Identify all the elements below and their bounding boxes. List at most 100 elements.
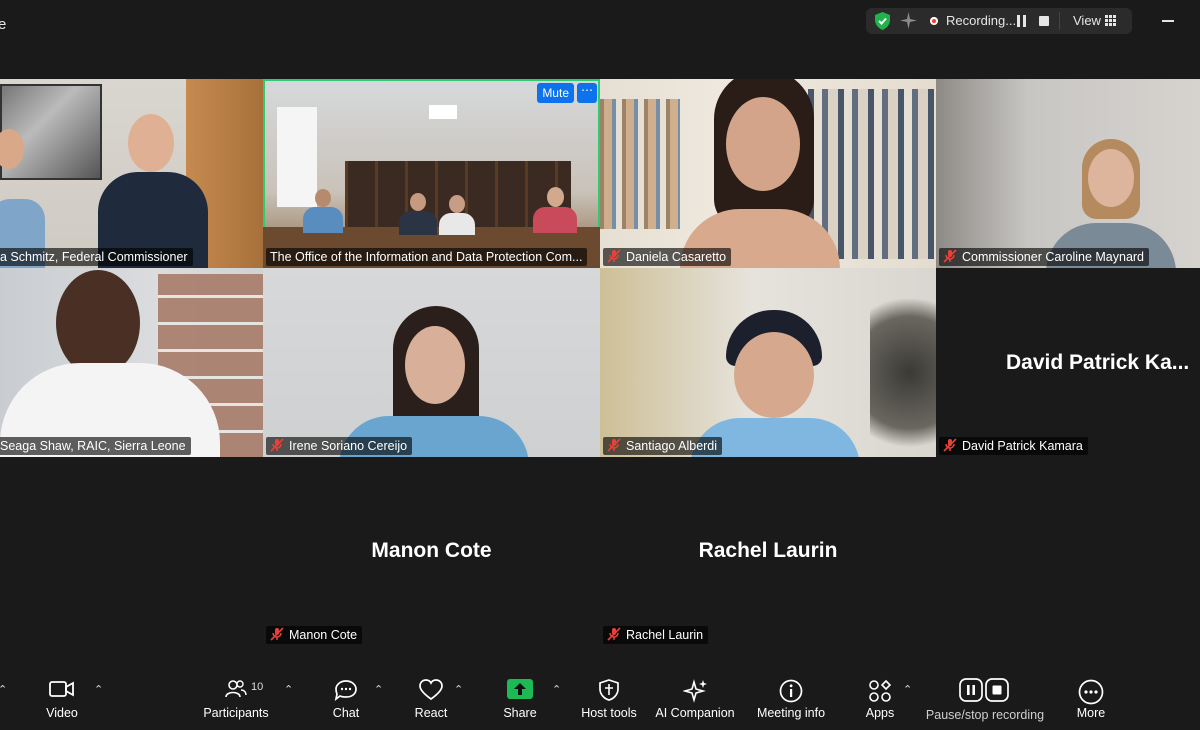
host-tools-label: Host tools [581, 706, 637, 720]
participant-display-name: David Patrick Ka... [1006, 351, 1190, 374]
muted-mic-icon [943, 249, 957, 263]
heart-icon [419, 679, 443, 701]
video-options-caret-icon[interactable]: ⌃ [94, 683, 103, 696]
bookshelf [600, 99, 680, 229]
status-divider [1059, 12, 1060, 30]
participants-count: 10 [251, 681, 264, 693]
participant-name-tag: Manon Cote [266, 626, 363, 644]
ai-companion-label: AI Companion [655, 706, 735, 720]
info-icon [779, 679, 803, 703]
participant-name-tag: The Office of the Information and Data P… [266, 248, 588, 266]
video-tile-no-video[interactable]: David Patrick Ka... David Patrick Kamara [936, 268, 1200, 457]
participants-button[interactable]: 10 Participants [200, 669, 272, 730]
participant-name-tag: Daniela Casaretto [603, 248, 732, 266]
participant-display-name: Rachel Laurin [698, 539, 838, 562]
chat-options-caret-icon[interactable]: ⌃ [374, 683, 383, 696]
pause-stop-recording-button[interactable]: Pause/stop recording [924, 669, 1046, 730]
chat-bubble-icon [334, 680, 357, 701]
share-label: Share [503, 706, 537, 720]
participant-display-name: Manon Cote [371, 539, 492, 562]
participant-name-tag: Rachel Laurin [603, 626, 709, 644]
participant-name-tag: a Schmitz, Federal Commissioner [0, 248, 193, 266]
top-bar: e Recording... View [0, 0, 1200, 44]
more-button[interactable]: More [1070, 669, 1112, 730]
participant-figure [303, 189, 343, 233]
react-button[interactable]: React [410, 669, 452, 730]
tile-more-options-button[interactable]: ⋯ [577, 83, 597, 103]
participant-figure [98, 114, 208, 268]
react-options-caret-icon[interactable]: ⌃ [454, 683, 463, 696]
participant-name-tag: Santiago Alberdi [603, 437, 723, 455]
participants-label: Participants [203, 706, 269, 720]
video-tile[interactable]: Commissioner Caroline Maynard [936, 79, 1200, 268]
chat-label: Chat [332, 706, 360, 720]
pause-recording-icon[interactable] [1017, 15, 1027, 27]
window-title: e [0, 16, 7, 33]
share-screen-icon [507, 679, 533, 699]
ai-sparkle-icon[interactable] [900, 12, 917, 29]
muted-mic-icon [607, 249, 621, 263]
apps-icon [869, 679, 892, 702]
more-dots-icon [1078, 679, 1104, 705]
pause-stop-recording-label: Pause/stop recording [925, 708, 1045, 722]
participant-figure [339, 306, 529, 457]
dark-plant [870, 288, 936, 457]
video-tile-no-video[interactable]: Rachel Laurin Rachel Laurin [600, 457, 936, 646]
video-tile[interactable]: Seaga Shaw, RAIC, Sierra Leone [0, 268, 263, 457]
share-button[interactable]: Share [500, 669, 540, 730]
meeting-status-pill: Recording... View [866, 8, 1132, 34]
participant-figure [0, 268, 220, 457]
apps-options-caret-icon[interactable]: ⌃ [903, 683, 912, 696]
tile-actions: Mute ⋯ [537, 83, 597, 103]
pause-recording-icon [959, 678, 983, 702]
chat-button[interactable]: Chat [326, 669, 366, 730]
participant-figure [670, 79, 850, 268]
recording-indicator-icon [930, 17, 938, 25]
participants-options-caret-icon[interactable]: ⌃ [284, 683, 293, 696]
muted-mic-icon [270, 627, 284, 641]
video-tile[interactable]: Santiago Alberdi [600, 268, 936, 457]
stop-recording-icon[interactable] [1039, 16, 1049, 26]
participant-name-tag: Irene Soriano Cereijo [266, 437, 413, 455]
audio-options-caret-icon[interactable]: ⌃ [0, 683, 7, 696]
muted-mic-icon [607, 627, 621, 641]
stop-recording-icon [985, 678, 1009, 702]
participant-name-tag: Seaga Shaw, RAIC, Sierra Leone [0, 437, 191, 455]
participant-figure [690, 310, 860, 457]
grid-view-icon[interactable] [1105, 15, 1116, 26]
more-label: More [1076, 706, 1106, 720]
host-tools-button[interactable]: Host tools [578, 669, 640, 730]
participants-icon [225, 680, 247, 698]
video-tile[interactable]: a Schmitz, Federal Commissioner [0, 79, 263, 268]
participant-figure [533, 187, 577, 233]
video-tile-no-video[interactable]: Manon Cote Manon Cote [263, 457, 600, 646]
meeting-info-button[interactable]: Meeting info [754, 669, 828, 730]
apps-label: Apps [865, 706, 895, 720]
apps-button[interactable]: Apps [860, 669, 900, 730]
share-options-caret-icon[interactable]: ⌃ [552, 683, 561, 696]
shield-icon [599, 679, 619, 701]
view-button[interactable]: View [1073, 13, 1101, 28]
muted-mic-icon [607, 438, 621, 452]
react-label: React [414, 706, 448, 720]
ai-sparkle-icon [683, 679, 707, 703]
video-button[interactable]: Video [36, 669, 88, 730]
minimize-icon[interactable] [1162, 20, 1174, 22]
mute-participant-button[interactable]: Mute [537, 83, 574, 103]
video-tile[interactable]: Irene Soriano Cereijo [263, 268, 600, 457]
video-label: Video [46, 706, 78, 720]
muted-mic-icon [270, 438, 284, 452]
meeting-toolbar: ⌃ Video ⌃ 10 Participants ⌃ Chat ⌃ React… [0, 669, 1200, 730]
ai-companion-button[interactable]: AI Companion [654, 669, 736, 730]
participant-name-tag: David Patrick Kamara [939, 437, 1088, 455]
video-tile-active[interactable]: Mute ⋯ The Office of the Information and… [263, 79, 600, 268]
participant-figure [439, 195, 475, 235]
encryption-shield-icon[interactable] [874, 12, 891, 30]
muted-mic-icon [943, 438, 957, 452]
video-grid: a Schmitz, Federal Commissioner Mute ⋯ T… [0, 44, 1200, 669]
recording-status-text: Recording... [946, 13, 1017, 28]
video-camera-icon [49, 681, 74, 697]
participant-name-tag: Commissioner Caroline Maynard [939, 248, 1150, 266]
ceiling-light [429, 105, 457, 119]
video-tile[interactable]: Daniela Casaretto [600, 79, 936, 268]
